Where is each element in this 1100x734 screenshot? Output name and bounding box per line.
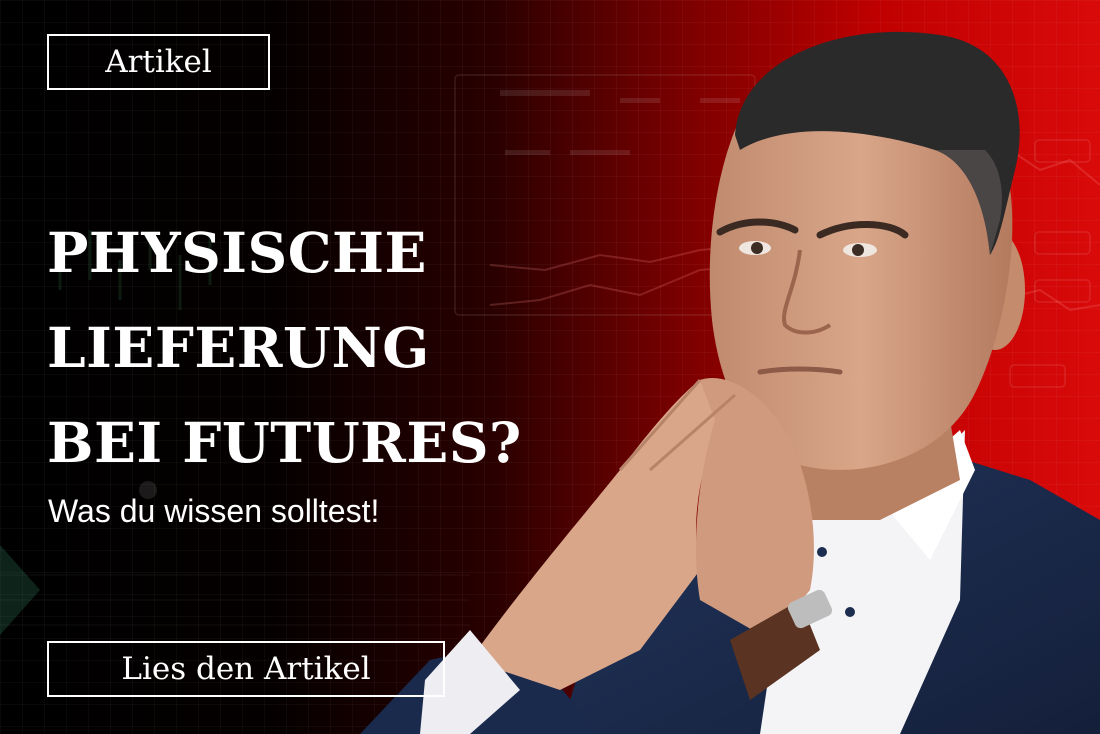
article-banner: Artikel PHYSISCHE LIEFERUNG BEI FUTURES?… xyxy=(0,0,1100,734)
headline-line-3: BEI FUTURES? xyxy=(47,410,522,475)
article-tag: Artikel xyxy=(47,34,270,90)
headline-line-1: PHYSISCHE xyxy=(47,220,427,285)
headline-line-2: LIEFERUNG xyxy=(47,315,430,380)
read-article-button[interactable]: Lies den Artikel xyxy=(47,641,445,697)
headline: PHYSISCHE LIEFERUNG BEI FUTURES? xyxy=(47,205,567,490)
subheadline: Was du wissen solltest! xyxy=(48,493,380,529)
